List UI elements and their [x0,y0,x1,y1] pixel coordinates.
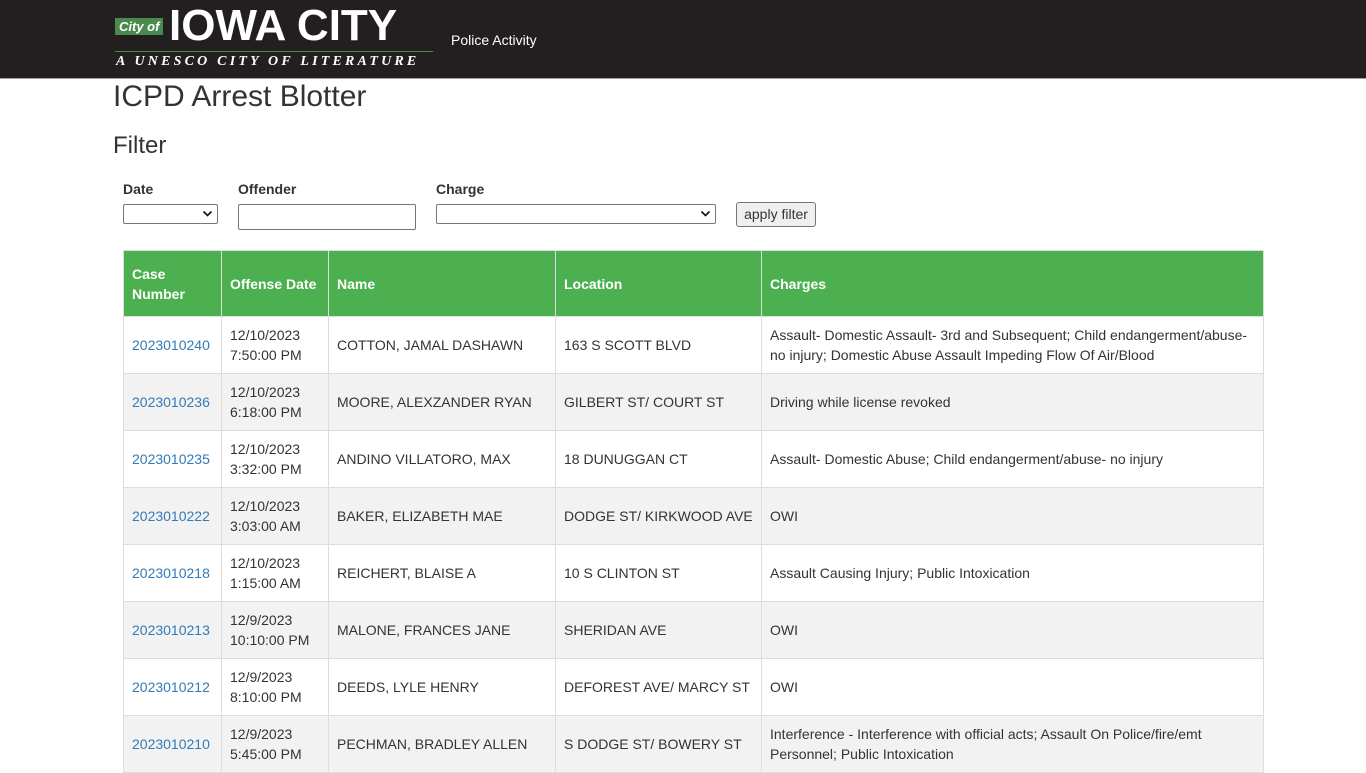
location-cell: SHERIDAN AVE [555,601,762,659]
location-cell: 163 S SCOTT BLVD [555,316,762,374]
table-row: 2023010235 12/10/2023 3:32:00 PM ANDINO V… [123,430,1264,488]
charge-select[interactable] [436,204,716,224]
name-cell: MALONE, FRANCES JANE [328,601,556,659]
charge-label: Charge [436,181,485,197]
table-row: 2023010240 12/10/2023 7:50:00 PM COTTON, … [123,316,1264,374]
location-cell: S DODGE ST/ BOWERY ST [555,715,762,773]
table-row: 2023010222 12/10/2023 3:03:00 AM BAKER, E… [123,487,1264,545]
offense-date-cell: 12/10/2023 6:18:00 PM [221,373,329,431]
case-number-link[interactable]: 2023010212 [132,679,210,695]
offense-date-cell: 12/10/2023 7:50:00 PM [221,316,329,374]
offense-date-cell: 12/10/2023 3:32:00 PM [221,430,329,488]
charges-cell: Driving while license revoked [761,373,1264,431]
header-offense-date[interactable]: Offense Date [221,250,329,317]
apply-filter-button[interactable]: apply filter [736,202,816,227]
case-number-cell: 2023010240 [123,316,222,374]
offense-time: 6:18:00 PM [230,404,302,420]
case-number-link[interactable]: 2023010213 [132,622,210,638]
case-number-link[interactable]: 2023010236 [132,394,210,410]
charges-cell: Interference - Interference with officia… [761,715,1264,773]
case-number-cell: 2023010212 [123,658,222,716]
logo-rule [115,51,433,52]
police-activity-link[interactable]: Police Activity [451,32,537,48]
case-number-cell: 2023010210 [123,715,222,773]
case-number-cell: 2023010213 [123,601,222,659]
chevron-down-icon [700,210,711,217]
offense-time: 3:03:00 AM [230,518,301,534]
table-row: 2023010218 12/10/2023 1:15:00 AM REICHERT… [123,544,1264,602]
case-number-link[interactable]: 2023010218 [132,565,210,581]
name-cell: MOORE, ALEXZANDER RYAN [328,373,556,431]
name-cell: REICHERT, BLAISE A [328,544,556,602]
charges-cell: OWI [761,487,1264,545]
case-number-link[interactable]: 2023010222 [132,508,210,524]
offense-time: 8:10:00 PM [230,689,302,705]
name-cell: DEEDS, LYLE HENRY [328,658,556,716]
offense-date-cell: 12/9/2023 5:45:00 PM [221,715,329,773]
name-cell: COTTON, JAMAL DASHAWN [328,316,556,374]
offender-label: Offender [238,181,297,197]
page-title: ICPD Arrest Blotter [113,80,367,113]
location-cell: DODGE ST/ KIRKWOOD AVE [555,487,762,545]
header-name[interactable]: Name [328,250,556,317]
offense-date: 12/9/2023 [230,612,293,628]
offense-date-cell: 12/9/2023 10:10:00 PM [221,601,329,659]
header-location[interactable]: Location [555,250,762,317]
offense-time: 10:10:00 PM [230,632,310,648]
offense-date: 12/9/2023 [230,669,293,685]
offense-time: 3:32:00 PM [230,461,302,477]
name-cell: PECHMAN, BRADLEY ALLEN [328,715,556,773]
case-number-cell: 2023010218 [123,544,222,602]
charges-cell: OWI [761,658,1264,716]
offense-date-cell: 12/10/2023 3:03:00 AM [221,487,329,545]
offense-date: 12/10/2023 [230,441,301,457]
offense-date: 12/10/2023 [230,384,301,400]
offense-time: 7:50:00 PM [230,347,302,363]
location-cell: GILBERT ST/ COURT ST [555,373,762,431]
offense-time: 1:15:00 AM [230,575,301,591]
table-row: 2023010236 12/10/2023 6:18:00 PM MOORE, A… [123,373,1264,431]
offense-date-cell: 12/10/2023 1:15:00 AM [221,544,329,602]
header-charges[interactable]: Charges [761,250,1264,317]
charges-cell: Assault- Domestic Assault- 3rd and Subse… [761,316,1264,374]
charges-cell: Assault- Domestic Abuse; Child endangerm… [761,430,1264,488]
offender-input[interactable] [238,204,416,230]
chevron-down-icon [202,210,213,217]
logo-tagline: A UNESCO CITY OF LITERATURE [116,54,420,69]
name-cell: BAKER, ELIZABETH MAE [328,487,556,545]
table-header-row: Case Number Offense Date Name Location C… [123,250,1264,317]
logo-city-name: IOWA CITY [169,1,398,50]
date-select[interactable] [123,204,218,224]
location-cell: 10 S CLINTON ST [555,544,762,602]
date-label: Date [123,181,154,197]
table-row: 2023010210 12/9/2023 5:45:00 PM PECHMAN, … [123,715,1264,773]
charges-cell: Assault Causing Injury; Public Intoxicat… [761,544,1264,602]
offense-date: 12/9/2023 [230,726,293,742]
offense-date: 12/10/2023 [230,498,301,514]
case-number-link[interactable]: 2023010240 [132,337,210,353]
offense-date: 12/10/2023 [230,555,301,571]
case-number-link[interactable]: 2023010210 [132,736,210,752]
table-row: 2023010213 12/9/2023 10:10:00 PM MALONE, … [123,601,1264,659]
location-cell: 18 DUNUGGAN CT [555,430,762,488]
case-number-cell: 2023010235 [123,430,222,488]
header-case-number[interactable]: Case Number [123,250,222,317]
location-cell: DEFOREST AVE/ MARCY ST [555,658,762,716]
site-header: City of IOWA CITY A UNESCO CITY OF LITER… [0,0,1366,79]
case-number-cell: 2023010236 [123,373,222,431]
case-number-cell: 2023010222 [123,487,222,545]
charges-cell: OWI [761,601,1264,659]
offense-date-cell: 12/9/2023 8:10:00 PM [221,658,329,716]
case-number-link[interactable]: 2023010235 [132,451,210,467]
table-row: 2023010212 12/9/2023 8:10:00 PM DEEDS, LY… [123,658,1264,716]
name-cell: ANDINO VILLATORO, MAX [328,430,556,488]
offense-date: 12/10/2023 [230,327,301,343]
offense-time: 5:45:00 PM [230,746,302,762]
filter-heading: Filter [113,132,167,159]
arrest-table: Case Number Offense Date Name Location C… [123,250,1264,773]
logo-city-of: City of [115,18,164,35]
iowa-city-logo[interactable]: City of IOWA CITY A UNESCO CITY OF LITER… [115,2,435,72]
